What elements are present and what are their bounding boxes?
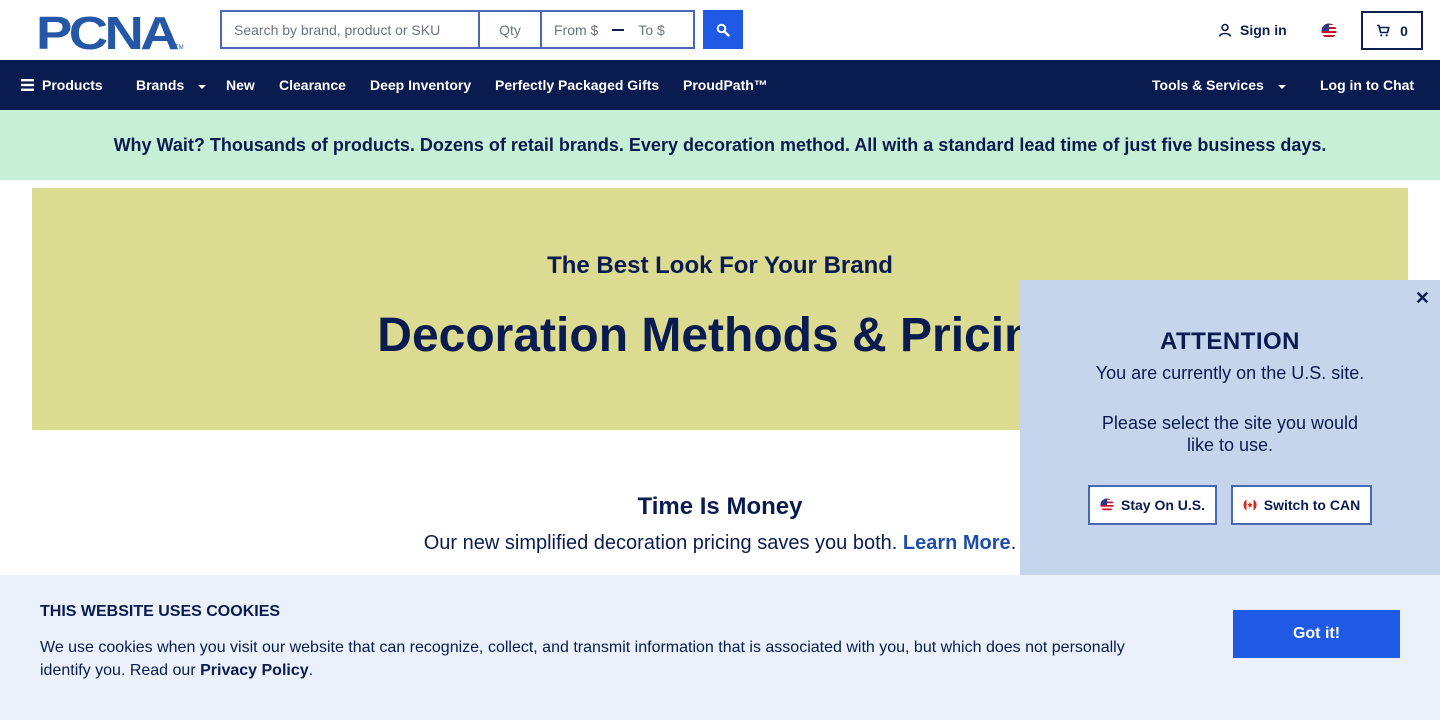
learn-more-link[interactable]: Learn More [903,532,1011,554]
search-icon [716,23,730,37]
modal-message: You are currently on the U.S. site. [1095,363,1365,383]
region-modal: ✕ ATTENTION You are currently on the U.S… [1020,280,1440,575]
privacy-policy-link[interactable]: Privacy Policy [200,662,309,679]
price-to-field[interactable]: To $ [638,22,664,38]
switch-can-button[interactable]: Switch to CAN [1231,485,1372,525]
nav-proudpath-label: ProudPath™ [683,77,768,93]
top-bar: PCNA TM From $ To $ Sign in [0,0,1440,60]
search-button[interactable] [703,10,743,49]
stay-us-button[interactable]: Stay On U.S. [1088,485,1217,525]
cart-icon [1377,24,1390,37]
promo-banner: Why Wait? Thousands of products. Dozens … [0,110,1440,180]
nav-chat-login[interactable]: Log in to Chat [1320,60,1414,110]
cookie-banner: THIS WEBSITE USES COOKIES We use cookies… [0,575,1440,720]
user-icon [1218,23,1232,37]
nav-clearance-label: Clearance [279,77,346,93]
qty-input[interactable] [478,10,540,49]
cookie-text: We use cookies when you visit our websit… [40,636,1160,682]
nav-proudpath[interactable]: ProudPath™ [683,60,768,110]
main-nav: Products Brands New Clearance Deep Inven… [0,60,1440,110]
close-icon[interactable]: ✕ [1415,288,1430,309]
nav-tools-label: Tools & Services [1152,77,1264,93]
time-section-body: Our new simplified decoration pricing sa… [423,532,898,554]
us-flag-icon[interactable] [1321,23,1337,44]
sign-in-label: Sign in [1240,22,1287,38]
nav-gifts-label: Perfectly Packaged Gifts [495,77,660,93]
cookie-accept-button[interactable]: Got it! [1233,610,1400,658]
svg-text:PCNA: PCNA [36,12,178,50]
sign-in-link[interactable]: Sign in [1218,22,1287,38]
pcna-logo[interactable]: PCNA TM [36,7,184,59]
search-input[interactable] [220,10,478,49]
cookie-title: THIS WEBSITE USES COOKIES [40,603,281,620]
caret-down-icon [198,84,207,89]
nav-deep-inventory[interactable]: Deep Inventory [370,60,471,110]
cookie-trailing: . [308,662,314,679]
nav-chat-label: Log in to Chat [1320,77,1415,93]
nav-products-label: Products [42,77,103,93]
nav-deep-inventory-label: Deep Inventory [370,77,472,93]
caret-down-icon [1277,84,1286,89]
stay-us-label: Stay On U.S. [1120,497,1206,513]
price-range-dash [612,28,625,31]
nav-new[interactable]: New [226,60,255,110]
nav-clearance[interactable]: Clearance [279,60,346,110]
menu-icon [21,79,34,91]
promo-text: Why Wait? Thousands of products. Dozens … [113,134,1327,155]
us-flag-icon [1100,498,1114,512]
modal-prompt: Please select the site you would like to… [1101,413,1359,455]
canada-flag-icon [1243,498,1257,512]
cart-button[interactable]: 0 [1361,11,1423,50]
time-section-trailing: . [1010,532,1017,554]
nav-products[interactable]: Products [21,60,103,110]
nav-gifts[interactable]: Perfectly Packaged Gifts [495,60,659,110]
search-group: From $ To $ [220,10,695,49]
nav-new-label: New [226,77,255,93]
switch-can-label: Switch to CAN [1263,497,1361,513]
nav-tools-services[interactable]: Tools & Services [1152,60,1286,110]
nav-brands[interactable]: Brands [136,60,207,110]
price-range[interactable]: From $ To $ [540,10,695,49]
price-from-field[interactable]: From $ [554,22,598,38]
nav-brands-label: Brands [136,77,185,93]
hero-subtitle: The Best Look For Your Brand [547,252,893,279]
cart-count: 0 [1400,22,1408,39]
modal-title: ATTENTION [1159,328,1301,355]
svg-text:TM: TM [175,45,184,50]
